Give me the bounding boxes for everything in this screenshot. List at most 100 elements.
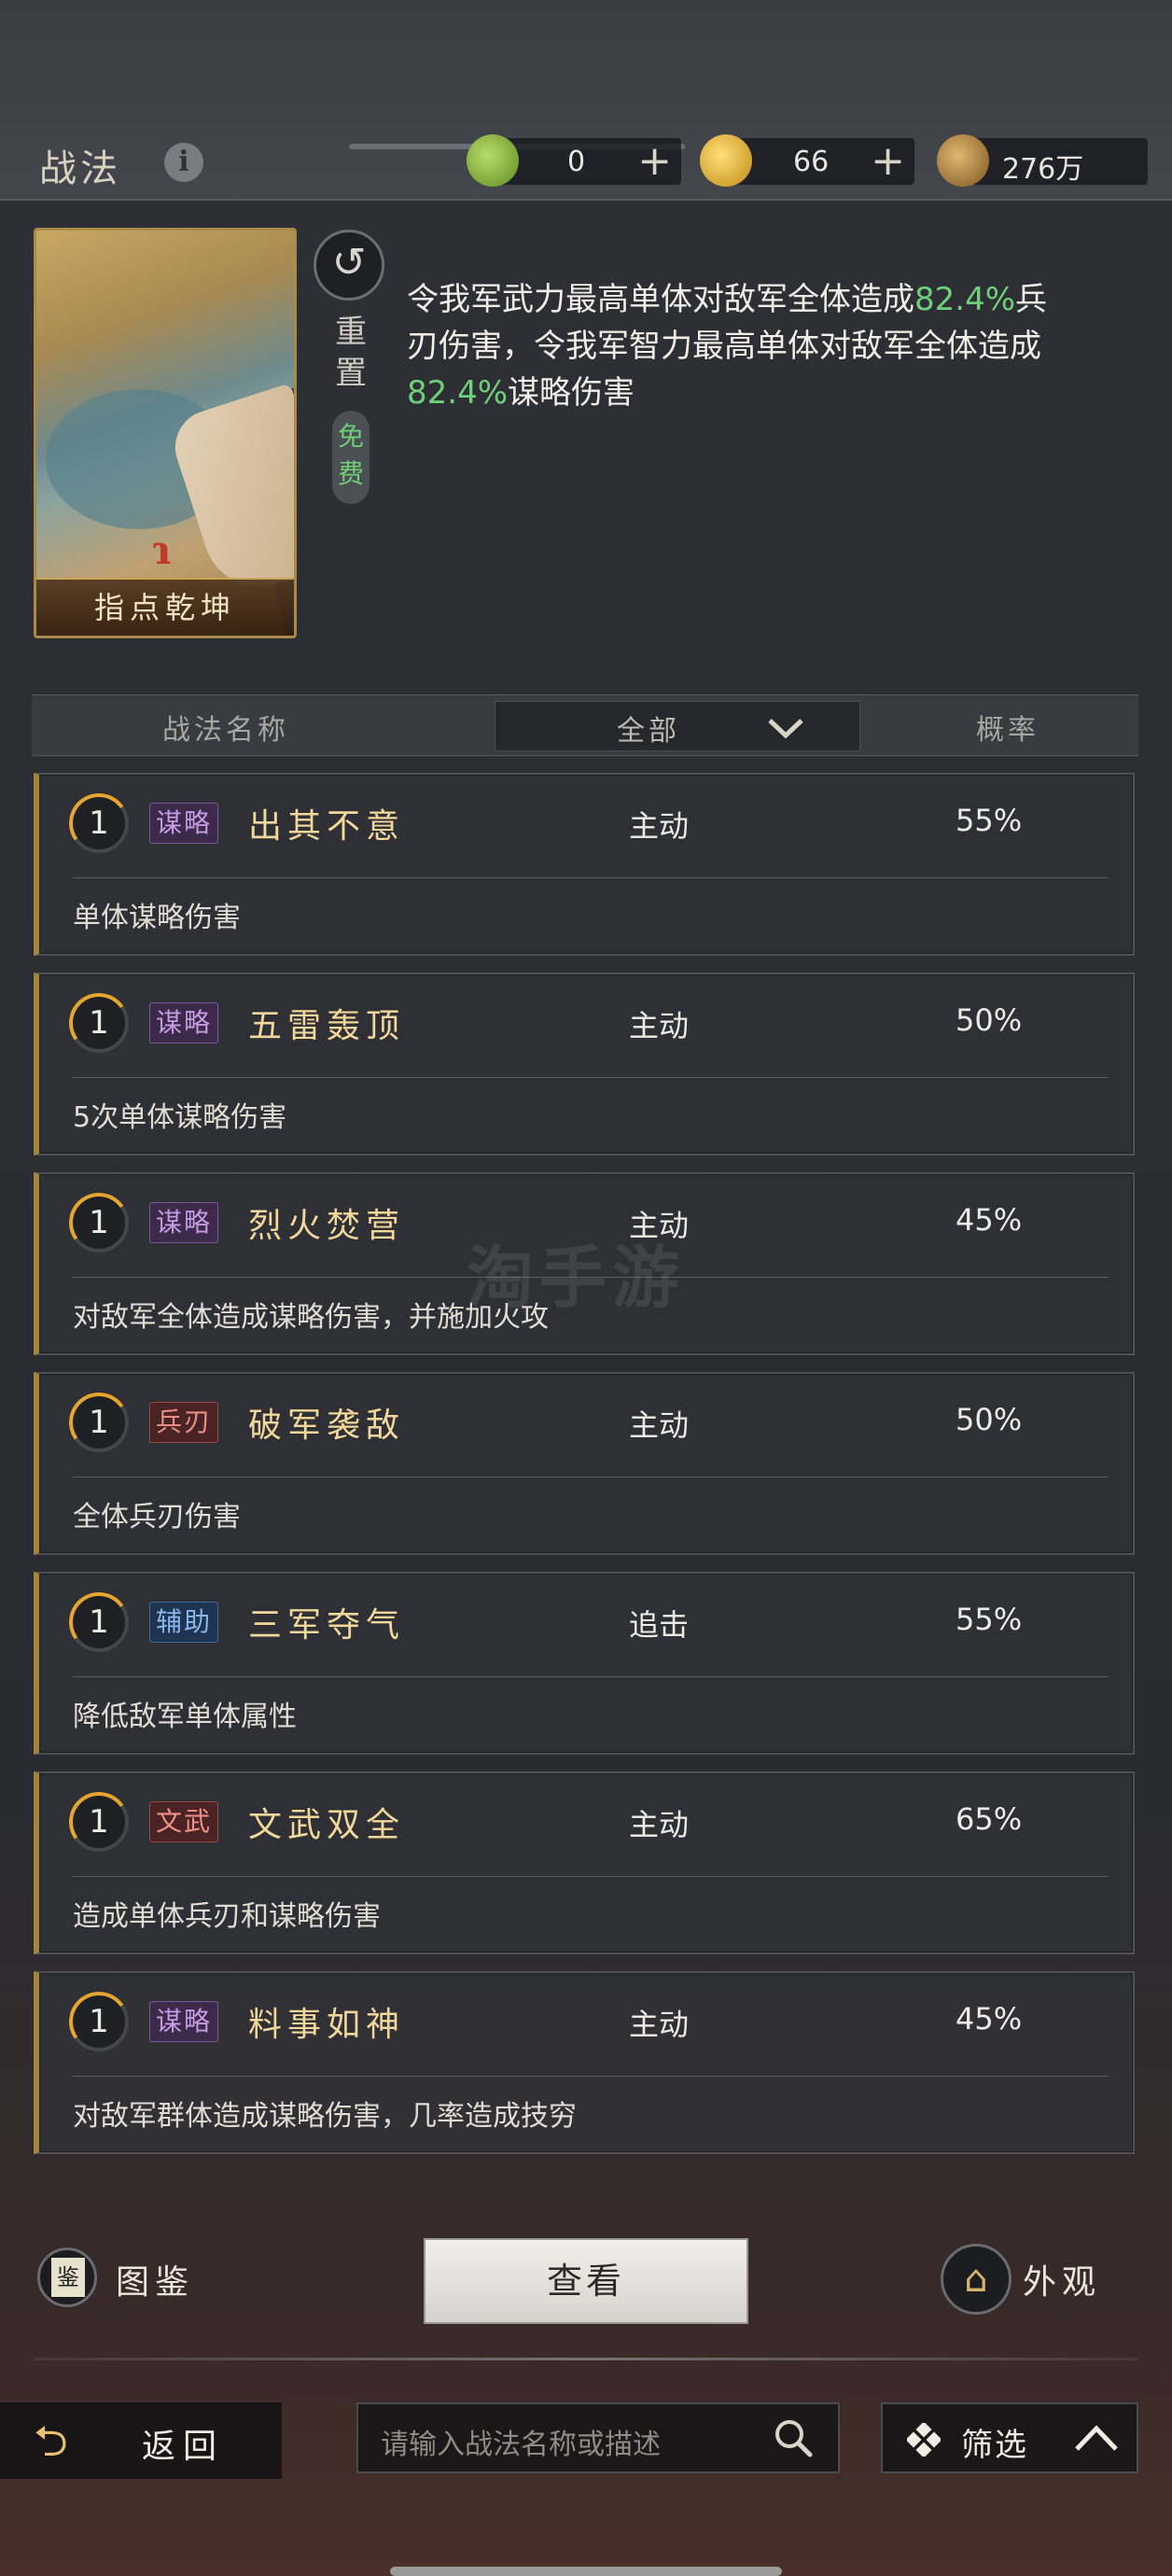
tactic-rate: 45% — [956, 2001, 1023, 2037]
level-badge: 1 — [63, 788, 134, 859]
tactic-mode: 追击 — [629, 1607, 690, 1643]
row-divider — [73, 1077, 1109, 1078]
tactic-name: 破军袭敌 — [248, 1407, 406, 1445]
tactic-name: 五雷轰顶 — [248, 1007, 406, 1045]
level-badge: 1 — [63, 987, 134, 1058]
back-arrow-icon: ⮌ — [34, 2415, 68, 2466]
row-divider — [73, 2076, 1109, 2077]
level-badge: 1 — [63, 1587, 134, 1658]
card-name: 指点乾坤 — [36, 578, 294, 636]
free-badge: 免费 — [332, 411, 370, 504]
tactic-summary: 对敌军群体造成谋略伤害，几率造成技穷 — [73, 2100, 577, 2133]
back-label: 返回 — [142, 2428, 225, 2466]
row-divider — [73, 1876, 1109, 1877]
filter-value: 全部 — [617, 715, 680, 748]
tactic-rate: 55% — [956, 803, 1023, 838]
tactic-name: 三军夺气 — [248, 1606, 406, 1645]
column-name: 战法名称 — [162, 714, 289, 747]
currency-gold: 66 + — [700, 134, 914, 187]
tactic-name: 料事如神 — [248, 2006, 406, 2044]
level-progress-arc — [63, 1786, 134, 1857]
tactic-mode: 主动 — [629, 1008, 690, 1043]
reset-button[interactable]: ↺ — [314, 230, 384, 301]
add-jade-button[interactable]: + — [637, 138, 672, 185]
row-divider — [73, 1676, 1109, 1677]
search-placeholder: 请输入战法名称或描述 — [381, 2429, 661, 2461]
list-header: 战法名称 全部 概率 — [32, 694, 1138, 756]
currency-copper: 276万 — [937, 134, 1148, 187]
tactic-summary: 全体兵刃伤害 — [73, 1501, 241, 1533]
appearance-icon[interactable]: ⌂ — [941, 2244, 1012, 2315]
top-bar: 战法 i 0 + 66 + 276万 — [0, 0, 1172, 201]
codex-icon[interactable] — [37, 2247, 97, 2307]
tactic-row[interactable]: 1 谋略 料事如神 主动 45% 对敌军群体造成谋略伤害，几率造成技穷 — [34, 1971, 1135, 2154]
copper-coin-value: 276万 — [1002, 153, 1084, 186]
tactic-summary: 降低敌军单体属性 — [73, 1701, 297, 1733]
copper-coin-icon — [937, 134, 989, 187]
desc-value-2: 82.4% — [407, 374, 509, 412]
type-tag: 辅助 — [149, 1602, 219, 1643]
level-progress-arc — [63, 1187, 134, 1258]
search-input[interactable]: 请输入战法名称或描述 — [356, 2402, 840, 2473]
level-progress-arc — [63, 1387, 134, 1458]
view-button[interactable]: 查看 — [424, 2238, 748, 2324]
tactic-mode: 主动 — [629, 2007, 690, 2042]
home-indicator[interactable] — [390, 2567, 782, 2576]
info-icon[interactable]: i — [164, 143, 203, 182]
tactic-rate: 50% — [956, 1002, 1023, 1038]
level-progress-arc — [63, 788, 134, 859]
tactic-row[interactable]: 1 辅助 三军夺气 追击 55% 降低敌军单体属性 — [34, 1572, 1135, 1755]
tactic-rate: 65% — [956, 1801, 1023, 1837]
type-tag: 谋略 — [149, 1202, 219, 1243]
reset-label[interactable]: 重置 — [332, 312, 370, 394]
watermark: 淘手游 — [467, 1239, 686, 1317]
rank-icon: ɿ — [152, 527, 172, 573]
tactic-rate: 50% — [956, 1402, 1023, 1437]
type-tag: 文武 — [149, 1801, 219, 1842]
add-gold-button[interactable]: + — [871, 138, 905, 185]
tactic-name: 文武双全 — [248, 1806, 406, 1844]
tactic-row[interactable]: 1 谋略 五雷轰顶 主动 50% 5次单体谋略伤害 — [34, 973, 1135, 1155]
appearance-label[interactable]: 外观 — [1023, 2255, 1101, 2303]
search-icon[interactable] — [773, 2417, 814, 2458]
tactic-card[interactable]: ɿ 指点乾坤 — [34, 228, 297, 638]
type-tag: 兵刃 — [149, 1402, 219, 1443]
tactic-description: 令我军武力最高单体对敌军全体造成82.4%兵刃伤害，令我军智力最高单体对敌军全体… — [407, 276, 1060, 416]
divider — [34, 2358, 1138, 2360]
tactic-row[interactable]: 1 文武 文武双全 主动 65% 造成单体兵刃和谋略伤害 — [34, 1771, 1135, 1954]
bottom-actions: 图鉴 查看 ⌂ 外观 — [0, 2231, 1172, 2333]
jade-coin-icon — [467, 134, 519, 187]
filter-button[interactable]: 筛选 — [881, 2402, 1138, 2473]
type-filter-dropdown[interactable]: 全部 — [495, 701, 860, 751]
row-divider — [73, 877, 1109, 878]
tactic-name: 出其不意 — [248, 807, 406, 846]
level-badge: 1 — [63, 1187, 134, 1258]
desc-text-3: 谋略伤害 — [508, 374, 635, 412]
desc-text-1: 令我军武力最高单体对敌军全体造成 — [407, 281, 914, 318]
codex-label[interactable]: 图鉴 — [116, 2255, 194, 2303]
tactic-row[interactable]: 1 谋略 出其不意 主动 55% 单体谋略伤害 — [34, 773, 1135, 956]
level-badge: 1 — [63, 1986, 134, 2057]
level-badge: 1 — [63, 1387, 134, 1458]
filter-diamond-icon — [907, 2423, 941, 2457]
column-rate: 概率 — [976, 714, 1039, 747]
level-progress-arc — [63, 1587, 134, 1658]
gold-coin-value: 66 — [793, 146, 830, 178]
tactic-name: 烈火焚营 — [248, 1207, 406, 1245]
chevron-down-icon — [768, 719, 803, 739]
type-tag: 谋略 — [149, 2001, 219, 2042]
desc-value-1: 82.4% — [914, 281, 1016, 318]
tactic-mode: 主动 — [629, 1407, 690, 1443]
tactic-rate: 55% — [956, 1602, 1023, 1637]
tactic-row[interactable]: 1 兵刃 破军袭敌 主动 50% 全体兵刃伤害 — [34, 1372, 1135, 1555]
tactic-rate: 45% — [956, 1202, 1023, 1238]
level-progress-arc — [63, 987, 134, 1058]
tactic-mode: 主动 — [629, 1807, 690, 1842]
tactic-summary: 5次单体谋略伤害 — [73, 1101, 287, 1134]
tactic-mode: 主动 — [629, 808, 690, 844]
level-badge: 1 — [63, 1786, 134, 1857]
type-tag: 谋略 — [149, 803, 219, 844]
gold-coin-icon — [700, 134, 752, 187]
jade-coin-value: 0 — [567, 146, 586, 178]
back-button[interactable]: ⮌ 返回 — [0, 2402, 282, 2479]
